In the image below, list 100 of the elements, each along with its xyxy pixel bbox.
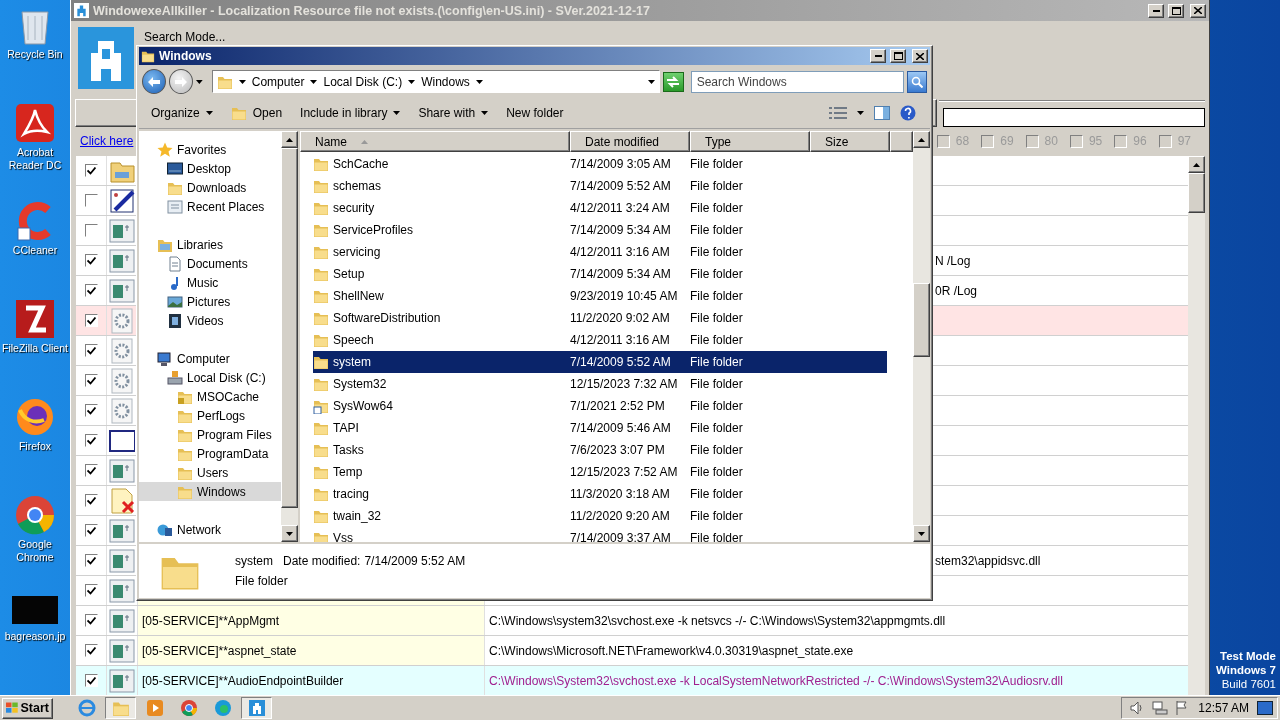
desktop-icon-label[interactable]: bagreason.jp (4, 630, 66, 643)
folder-icon (313, 420, 329, 436)
help-icon[interactable] (900, 105, 916, 121)
table-row[interactable]: [05-SERVICE]**aspnet_state C:\Windows\Microsoft.NET\Framework\v4.0.30319\aspnet_state.exe (76, 636, 1188, 666)
nav-item[interactable]: Local Disk (C:) (139, 368, 281, 387)
scroll-up-button[interactable] (1188, 156, 1205, 173)
input-field[interactable] (943, 107, 1205, 127)
minimize-button[interactable] (870, 49, 886, 63)
nav-item[interactable]: Users (139, 463, 281, 482)
breadcrumb-item[interactable]: Computer (251, 74, 305, 89)
nav-item[interactable]: Pictures (139, 292, 281, 311)
breadcrumb-item[interactable]: Local Disk (C:) (323, 74, 403, 89)
nav-item[interactable]: Favorites (139, 140, 281, 159)
taskbar-button[interactable] (241, 697, 272, 719)
toolbar-button[interactable]: New folder (500, 103, 570, 123)
scroll-down-button[interactable] (913, 525, 930, 542)
desktop-icon-label[interactable]: FileZilla Client (2, 342, 68, 355)
search-field[interactable]: Search Windows (690, 70, 904, 93)
scroll-thumb[interactable] (913, 283, 930, 357)
file-row[interactable]: TAPI 7/14/2009 5:46 AM File folder (313, 417, 887, 439)
start-button[interactable]: Start (2, 697, 53, 719)
toolbar-button[interactable]: Open (224, 102, 289, 124)
desktop-icon-label[interactable]: Google Chrome (0, 538, 70, 564)
file-row[interactable]: servicing 4/12/2011 3:16 AM File folder (313, 241, 887, 263)
back-button[interactable] (142, 69, 167, 94)
scroll-thumb[interactable] (1188, 173, 1205, 213)
desktop-icon-label[interactable]: Firefox (18, 440, 52, 453)
table-row[interactable]: [05-SERVICE]**AppMgmt C:\Windows\system32\svchost.exe -k netsvcs -/- C:\Windows\System32\appmgmts.dll (76, 606, 1188, 636)
scroll-up-button[interactable] (281, 131, 298, 148)
nav-item[interactable]: Downloads (139, 178, 281, 197)
taskbar-button[interactable] (105, 697, 136, 719)
nav-item[interactable]: Desktop (139, 159, 281, 178)
address-bar[interactable]: Computer Local Disk (C:) Windows (211, 70, 660, 93)
show-desktop-icon[interactable] (1257, 701, 1273, 715)
nav-item[interactable]: Network (139, 520, 281, 539)
nav-item[interactable]: Windows (139, 482, 281, 501)
nav-item[interactable]: Documents (139, 254, 281, 273)
toolbar-button[interactable]: Share with (412, 103, 495, 123)
scroll-down-button[interactable] (281, 525, 298, 542)
nav-item[interactable]: MSOCache (139, 387, 281, 406)
menu-item[interactable]: Search Mode... (144, 30, 226, 45)
folder-icon (313, 464, 329, 480)
file-name: system (333, 355, 371, 369)
column-header[interactable]: Name (300, 131, 570, 152)
table-row[interactable]: [05-SERVICE]**AudioEndpointBuilder C:\Windows\System32\svchost.exe -k LocalSystemNetworkRestricted -/- C:\Windows\System32\Audiosrv.dll (76, 666, 1188, 695)
file-row[interactable]: twain_32 11/2/2020 9:20 AM File folder (313, 505, 887, 527)
nav-item[interactable]: Computer (139, 349, 281, 368)
desktop-icon-label[interactable]: Recycle Bin (7, 48, 63, 61)
window-title: Windows (159, 49, 213, 63)
refresh-button[interactable] (662, 71, 684, 92)
close-button[interactable] (912, 49, 928, 63)
maximize-button[interactable] (890, 49, 906, 63)
file-row[interactable]: SysWow64 7/1/2021 2:52 PM File folder (313, 395, 887, 417)
nav-item[interactable]: Videos (139, 311, 281, 330)
column-header[interactable]: Date modified (570, 131, 690, 152)
acrobat-icon (14, 102, 56, 144)
minimize-button[interactable] (1148, 3, 1164, 18)
checkbox[interactable] (84, 314, 98, 327)
file-row[interactable]: security 4/12/2011 3:24 AM File folder (313, 197, 887, 219)
file-row[interactable]: ShellNew 9/23/2019 10:45 AM File folder (313, 285, 887, 307)
preview-pane-icon[interactable] (874, 106, 890, 120)
link[interactable]: Click here (80, 134, 134, 148)
file-row[interactable]: schemas 7/14/2009 5:52 AM File folder (313, 175, 887, 197)
file-row[interactable]: Tasks 7/6/2023 3:07 PM File folder (313, 439, 887, 461)
close-button[interactable] (1190, 3, 1206, 18)
nav-item[interactable]: PerfLogs (139, 406, 281, 425)
nav-item[interactable]: Libraries (139, 235, 281, 254)
network-icon[interactable] (1152, 701, 1168, 715)
speaker-icon[interactable] (1130, 701, 1144, 715)
nav-item[interactable]: Program Files (139, 425, 281, 444)
file-row[interactable]: tracing 11/3/2020 3:18 AM File folder (313, 483, 887, 505)
nav-item[interactable]: Music (139, 273, 281, 292)
desktop-icon-label[interactable]: CCleaner (12, 244, 58, 257)
file-row[interactable]: ServiceProfiles 7/14/2009 5:34 AM File folder (313, 219, 887, 241)
flag-icon[interactable] (1176, 701, 1188, 715)
maximize-icon (1171, 6, 1181, 15)
file-row[interactable]: system 7/14/2009 5:52 AM File folder (313, 351, 887, 373)
nav-item[interactable]: ProgramData (139, 444, 281, 463)
column-header[interactable]: Type (690, 131, 810, 152)
view-details-icon[interactable] (829, 107, 847, 119)
forward-button[interactable] (169, 69, 194, 94)
breadcrumb-item[interactable]: Windows (421, 74, 470, 89)
checkbox-label: 69 (1000, 134, 1014, 148)
clock: 12:57 AM (1198, 701, 1249, 715)
search-button[interactable] (906, 70, 927, 93)
file-type: File folder (690, 289, 743, 303)
maximize-button[interactable] (1168, 3, 1184, 18)
toolbar-button[interactable]: Include in library (294, 103, 407, 123)
file-row[interactable]: Temp 12/15/2023 7:52 AM File folder (313, 461, 887, 483)
column-header[interactable]: Size (810, 131, 890, 152)
desktop-icon-label[interactable]: Acrobat Reader DC (0, 146, 70, 172)
file-row[interactable]: Setup 7/14/2009 5:34 AM File folder (313, 263, 887, 285)
scroll-up-button[interactable] (913, 131, 930, 148)
file-row[interactable]: SoftwareDistribution 11/2/2020 9:02 AM File folder (313, 307, 887, 329)
file-row[interactable]: SchCache 7/14/2009 3:05 AM File folder (313, 153, 887, 175)
checkbox[interactable] (84, 674, 98, 687)
file-row[interactable]: Speech 4/12/2011 3:16 AM File folder (313, 329, 887, 351)
nav-item[interactable]: Recent Places (139, 197, 281, 216)
file-row[interactable]: System32 12/15/2023 7:32 AM File folder (313, 373, 887, 395)
toolbar-button[interactable]: Organize (145, 103, 219, 123)
